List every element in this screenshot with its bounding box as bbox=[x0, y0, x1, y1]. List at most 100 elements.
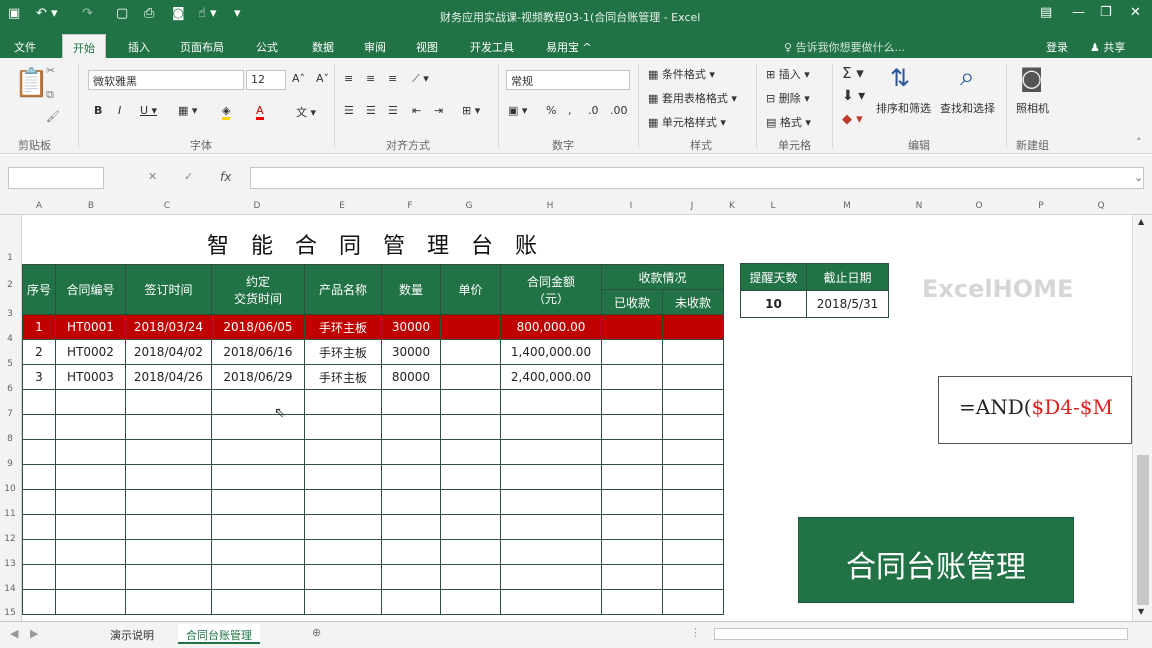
empty-cell[interactable] bbox=[601, 564, 663, 590]
cell-delivery[interactable]: 2018/06/29 bbox=[211, 364, 305, 390]
empty-cell[interactable] bbox=[500, 514, 602, 540]
empty-cell[interactable] bbox=[381, 589, 441, 615]
collapse-ribbon-icon[interactable]: ˄ bbox=[1136, 136, 1142, 149]
tab-formulas[interactable]: 公式 bbox=[256, 39, 278, 55]
fill-icon[interactable]: ⬇ ▾ bbox=[842, 88, 865, 104]
cell-received[interactable] bbox=[601, 314, 663, 340]
row-header[interactable]: 9 bbox=[0, 459, 20, 469]
align-bottom-icon[interactable]: ≡ bbox=[388, 72, 397, 85]
reminder-days-header[interactable]: 提醒天数 bbox=[740, 263, 807, 291]
phonetic-icon[interactable]: 文 ▾ bbox=[296, 104, 316, 120]
insert-function-button[interactable]: fx bbox=[220, 170, 231, 184]
empty-cell[interactable] bbox=[55, 589, 126, 615]
row-header[interactable]: 5 bbox=[0, 359, 20, 369]
empty-cell[interactable] bbox=[304, 414, 382, 440]
cell-qty[interactable]: 30000 bbox=[381, 339, 441, 365]
camera-button[interactable]: 照相机 bbox=[1016, 100, 1049, 116]
paste-icon[interactable]: 📋 bbox=[14, 66, 49, 99]
tell-me-search[interactable]: ♀ 告诉我你想要做什么... bbox=[784, 39, 905, 55]
cell-product[interactable]: 手环主板 bbox=[304, 314, 382, 340]
row-header[interactable]: 12 bbox=[0, 534, 20, 544]
empty-cell[interactable] bbox=[304, 514, 382, 540]
touch-icon[interactable]: ☝ ▾ bbox=[198, 6, 217, 21]
empty-cell[interactable] bbox=[500, 464, 602, 490]
empty-cell[interactable] bbox=[662, 414, 724, 440]
empty-cell[interactable] bbox=[381, 389, 441, 415]
redo-icon[interactable]: ↷ bbox=[82, 6, 93, 21]
expand-formula-icon[interactable]: ⌄ bbox=[1134, 171, 1143, 184]
column-header[interactable]: E bbox=[331, 201, 353, 211]
comma-style-icon[interactable]: , bbox=[568, 104, 572, 117]
empty-cell[interactable] bbox=[662, 464, 724, 490]
row-header[interactable]: 8 bbox=[0, 434, 20, 444]
align-center-icon[interactable]: ☰ bbox=[366, 104, 376, 117]
cell-unreceived[interactable] bbox=[662, 314, 724, 340]
empty-cell[interactable] bbox=[125, 564, 212, 590]
column-header[interactable]: J bbox=[681, 201, 703, 211]
empty-cell[interactable] bbox=[304, 464, 382, 490]
empty-cell[interactable] bbox=[662, 439, 724, 465]
empty-cell[interactable] bbox=[304, 564, 382, 590]
cell-received[interactable] bbox=[601, 364, 663, 390]
save-icon[interactable]: ▣ bbox=[8, 6, 20, 21]
copy-icon[interactable]: ⧉ bbox=[46, 88, 54, 102]
header-qty[interactable]: 数量 bbox=[381, 264, 441, 315]
column-header[interactable]: H bbox=[539, 201, 561, 211]
underline-icon[interactable]: U ▾ bbox=[140, 104, 157, 117]
cell-seq[interactable]: 3 bbox=[22, 364, 56, 390]
number-format-select[interactable]: 常规 bbox=[506, 70, 630, 90]
table-format-button[interactable]: ▦ 套用表格格式 ▾ bbox=[648, 90, 737, 106]
empty-cell[interactable] bbox=[440, 539, 501, 565]
align-middle-icon[interactable]: ≡ bbox=[366, 72, 375, 85]
cell-seq[interactable]: 1 bbox=[22, 314, 56, 340]
header-product[interactable]: 产品名称 bbox=[304, 264, 382, 315]
empty-cell[interactable] bbox=[22, 589, 56, 615]
font-size-select[interactable]: 12 bbox=[246, 70, 286, 90]
empty-cell[interactable] bbox=[440, 464, 501, 490]
cell-delivery[interactable]: 2018/06/16 bbox=[211, 339, 305, 365]
formula-textbox[interactable]: =AND($D4-$M bbox=[938, 376, 1132, 444]
empty-cell[interactable] bbox=[662, 539, 724, 565]
empty-cell[interactable] bbox=[662, 389, 724, 415]
camera-icon[interactable]: ◙ bbox=[172, 6, 185, 21]
column-header[interactable]: N bbox=[908, 201, 930, 211]
empty-cell[interactable] bbox=[211, 439, 305, 465]
empty-cell[interactable] bbox=[662, 564, 724, 590]
empty-cell[interactable] bbox=[440, 514, 501, 540]
cell-sign-date[interactable]: 2018/04/02 bbox=[125, 339, 212, 365]
reminder-days-value[interactable]: 10 bbox=[740, 290, 807, 318]
empty-cell[interactable] bbox=[601, 414, 663, 440]
empty-cell[interactable] bbox=[22, 564, 56, 590]
indent-increase-icon[interactable]: ⇥ bbox=[434, 104, 443, 117]
empty-cell[interactable] bbox=[601, 464, 663, 490]
empty-cell[interactable] bbox=[211, 464, 305, 490]
empty-cell[interactable] bbox=[125, 439, 212, 465]
header-payment[interactable]: 收款情况 bbox=[601, 264, 724, 290]
scroll-down-icon[interactable]: ▼ bbox=[1138, 607, 1144, 616]
empty-cell[interactable] bbox=[125, 539, 212, 565]
minimize-button[interactable]: — bbox=[1072, 5, 1085, 20]
column-header[interactable]: L bbox=[762, 201, 784, 211]
empty-cell[interactable] bbox=[304, 539, 382, 565]
empty-cell[interactable] bbox=[601, 589, 663, 615]
column-header[interactable]: P bbox=[1030, 201, 1052, 211]
align-right-icon[interactable]: ☰ bbox=[388, 104, 398, 117]
tab-view[interactable]: 视图 bbox=[416, 39, 438, 55]
empty-cell[interactable] bbox=[381, 414, 441, 440]
increase-decimal-icon[interactable]: .0 bbox=[588, 104, 599, 117]
empty-cell[interactable] bbox=[500, 414, 602, 440]
column-header[interactable]: D bbox=[246, 201, 268, 211]
cell-price[interactable] bbox=[440, 364, 501, 390]
empty-cell[interactable] bbox=[211, 539, 305, 565]
customize-icon[interactable]: ▾ bbox=[234, 6, 241, 21]
prev-sheet-icon[interactable]: ◀ bbox=[10, 627, 18, 640]
empty-cell[interactable] bbox=[381, 489, 441, 515]
empty-cell[interactable] bbox=[211, 514, 305, 540]
empty-cell[interactable] bbox=[125, 514, 212, 540]
row-header[interactable]: 7 bbox=[0, 409, 20, 419]
cell-unreceived[interactable] bbox=[662, 339, 724, 365]
cell-delivery[interactable]: 2018/06/05 bbox=[211, 314, 305, 340]
tab-easy-use[interactable]: 易用宝 ^ bbox=[546, 39, 592, 55]
vertical-scrollbar[interactable]: ▲ ▼ bbox=[1132, 215, 1152, 621]
cell-unreceived[interactable] bbox=[662, 364, 724, 390]
